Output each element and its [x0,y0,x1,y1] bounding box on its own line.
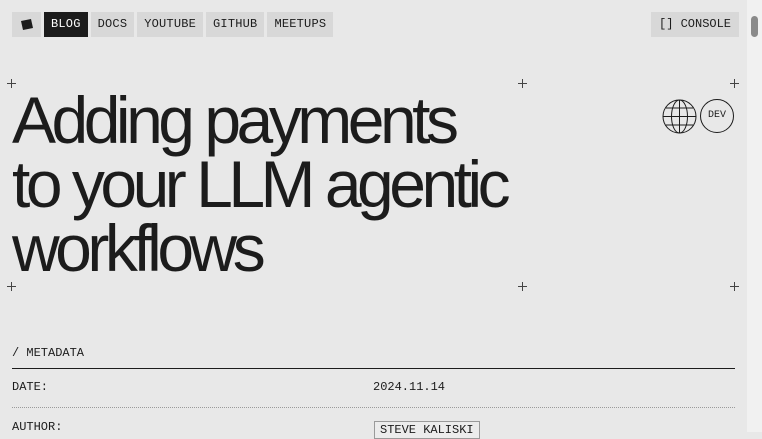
globe-icon[interactable] [662,99,697,134]
title-line: workflows [12,211,266,285]
date-label: DATE: [12,380,49,394]
crosshair-mark [518,79,527,88]
nav-item-blog[interactable]: BLOG [44,12,88,37]
author-tag[interactable]: STEVE KALISKI [374,421,480,439]
nav-item-docs[interactable]: DOCS [90,12,135,37]
book-icon [20,18,33,30]
crosshair-mark [518,282,527,291]
title-line: to your LLM agentic [12,147,511,221]
nav-item-github[interactable]: GITHUB [206,12,265,37]
scrollbar-thumb[interactable] [751,16,758,37]
page-title: Adding payments to your LLM agentic work… [12,87,632,281]
date-value: 2024.11.14 [373,380,446,394]
logo-button[interactable] [12,12,41,37]
crosshair-mark [730,79,739,88]
title-line: Adding payments [12,83,459,157]
metadata-heading: / METADATA [12,346,85,360]
scrollbar[interactable] [747,0,762,432]
divider [12,368,735,369]
top-nav: BLOG DOCS YOUTUBE GITHUB MEETUPS [12,12,334,37]
divider [12,407,735,408]
nav-item-meetups[interactable]: MEETUPS [267,12,334,37]
nav-item-youtube[interactable]: YOUTUBE [137,12,204,37]
dev-badge[interactable]: DEV [700,99,734,133]
console-button[interactable]: [] CONSOLE [651,12,740,37]
crosshair-mark [730,282,739,291]
